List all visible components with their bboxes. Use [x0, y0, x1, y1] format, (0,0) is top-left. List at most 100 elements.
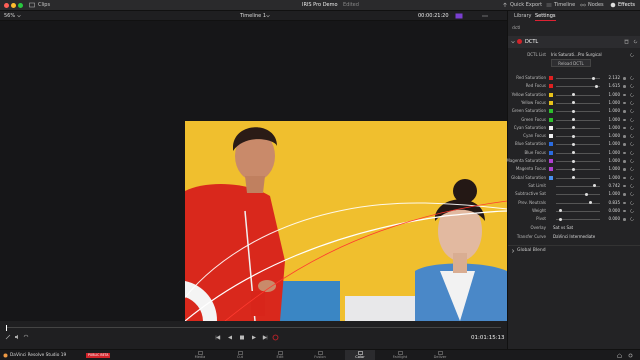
page-tab-media[interactable]: Media: [185, 350, 215, 360]
reset-icon[interactable]: [629, 141, 635, 147]
timeline-icon[interactable]: [546, 2, 552, 8]
chevron-down-icon[interactable]: [511, 40, 515, 44]
viewer-mode-icon[interactable]: [455, 13, 463, 19]
parameter-value-field[interactable]: 0.000: [603, 215, 620, 223]
slider-knob[interactable]: [588, 201, 592, 204]
keyframe-dot-icon[interactable]: [623, 193, 626, 196]
parameter-value-field[interactable]: 0.835: [603, 199, 620, 207]
timeline-button[interactable]: Timeline: [554, 1, 575, 10]
parameter-slider[interactable]: [556, 210, 600, 212]
parameter-value-field[interactable]: 2.132: [603, 74, 620, 82]
slider-knob[interactable]: [572, 151, 576, 155]
parameter-value-field[interactable]: 1.000: [603, 149, 620, 157]
parameter-slider[interactable]: [556, 127, 600, 129]
page-tab-fusion[interactable]: Fusion: [305, 350, 335, 360]
viewer-options-icon[interactable]: [482, 13, 488, 19]
keyframe-dot-icon[interactable]: [623, 101, 626, 105]
keyframe-dot-icon[interactable]: [623, 126, 626, 130]
parameter-value-field[interactable]: 1.000: [603, 190, 620, 198]
slider-knob[interactable]: [572, 101, 576, 105]
slider-knob[interactable]: [572, 176, 576, 180]
quick-export-icon[interactable]: [502, 2, 508, 8]
parameter-slider[interactable]: [556, 111, 600, 113]
parameter-value-field[interactable]: 1.000: [603, 157, 620, 165]
parameter-value-field[interactable]: 1.000: [603, 99, 620, 107]
reset-icon[interactable]: [629, 52, 635, 58]
reset-icon[interactable]: [629, 183, 635, 189]
effects-icon[interactable]: [610, 2, 616, 8]
video-viewer[interactable]: [0, 21, 507, 321]
parameter-value-field[interactable]: 1.000: [603, 174, 620, 182]
parameter-value-field[interactable]: 1.000: [603, 124, 620, 132]
parameter-value-field[interactable]: 0.742: [603, 182, 620, 190]
global-blend-header[interactable]: Global Blend: [508, 245, 640, 254]
keyframe-dot-icon[interactable]: [623, 135, 626, 138]
slider-knob[interactable]: [572, 118, 576, 121]
keyframe-dot-icon[interactable]: [623, 110, 626, 113]
parameter-slider[interactable]: [556, 202, 600, 204]
page-tab-deliver[interactable]: Deliver: [425, 350, 455, 360]
keyframe-dot-icon[interactable]: [623, 151, 626, 155]
loop-icon[interactable]: [23, 334, 29, 340]
zoom-chevron-down-icon[interactable]: [17, 14, 21, 18]
parameter-value-field[interactable]: 1.000: [603, 140, 620, 148]
dctl-list-select[interactable]: Iris Saturati...Pro Surgical: [551, 50, 621, 59]
keyframe-dot-icon[interactable]: [623, 160, 626, 163]
go-to-end-icon[interactable]: [262, 335, 268, 340]
tab-library[interactable]: Library: [514, 12, 531, 20]
slider-knob[interactable]: [594, 84, 598, 88]
effect-enable-toggle[interactable]: [517, 39, 522, 44]
parameter-slider[interactable]: [556, 144, 600, 146]
overlay-select[interactable]: Sat vs Sat: [553, 224, 573, 232]
keyframe-dot-icon[interactable]: [623, 118, 626, 121]
reset-icon[interactable]: [629, 158, 635, 164]
keyframe-dot-icon[interactable]: [623, 176, 626, 180]
reset-icon[interactable]: [629, 100, 635, 106]
keyframe-dot-icon[interactable]: [623, 209, 626, 213]
parameter-value-field[interactable]: 0.000: [603, 207, 620, 215]
reset-icon[interactable]: [629, 166, 635, 172]
parameter-value-field[interactable]: 1.000: [603, 132, 620, 140]
minimize-window-button[interactable]: [11, 3, 16, 8]
parameter-slider[interactable]: [556, 177, 600, 179]
media-pool-icon[interactable]: [29, 2, 35, 8]
slider-knob[interactable]: [572, 109, 576, 113]
slider-knob[interactable]: [591, 76, 595, 80]
page-tab-cut[interactable]: Cut: [225, 350, 255, 360]
timeline-name[interactable]: Timeline 1: [240, 12, 266, 20]
loop-playback-icon[interactable]: [272, 334, 279, 341]
timeline-chevron-down-icon[interactable]: [266, 14, 270, 18]
page-tab-edit[interactable]: Edit: [265, 350, 295, 360]
reset-icon[interactable]: [629, 191, 635, 197]
reset-icon[interactable]: [629, 216, 635, 222]
slider-knob[interactable]: [572, 134, 576, 138]
parameter-slider[interactable]: [556, 194, 600, 196]
transfer-curve-select[interactable]: DaVinci Intermediate: [553, 233, 595, 241]
reload-dctl-button[interactable]: Reload DCTL: [551, 59, 591, 67]
parameter-slider[interactable]: [556, 102, 600, 104]
dctl-section-header[interactable]: DCTL: [508, 36, 640, 48]
close-window-button[interactable]: [4, 3, 9, 8]
parameter-value-field[interactable]: 1.000: [603, 107, 620, 115]
pen-icon[interactable]: [5, 334, 11, 340]
keyframe-dot-icon[interactable]: [623, 93, 626, 97]
reset-icon[interactable]: [629, 150, 635, 156]
go-to-start-icon[interactable]: [215, 335, 221, 340]
parameter-slider[interactable]: [556, 161, 600, 162]
effects-button[interactable]: Effects: [618, 1, 635, 10]
playhead[interactable]: [6, 325, 7, 331]
keyframe-dot-icon[interactable]: [623, 168, 626, 171]
slider-knob[interactable]: [572, 93, 576, 97]
scrubber-track[interactable]: [6, 327, 501, 328]
nodes-icon[interactable]: [580, 2, 586, 8]
reset-icon[interactable]: [629, 117, 635, 123]
parameter-slider[interactable]: [556, 94, 600, 96]
audio-icon[interactable]: [14, 334, 20, 340]
effects-search-input[interactable]: dctl: [512, 25, 637, 33]
nodes-button[interactable]: Nodes: [588, 1, 604, 10]
page-tab-fairlight[interactable]: Fairlight: [385, 350, 415, 360]
slider-knob[interactable]: [572, 159, 576, 163]
home-icon[interactable]: [617, 353, 622, 358]
keyframe-dot-icon[interactable]: [623, 77, 626, 80]
keyframe-dot-icon[interactable]: [623, 201, 626, 204]
